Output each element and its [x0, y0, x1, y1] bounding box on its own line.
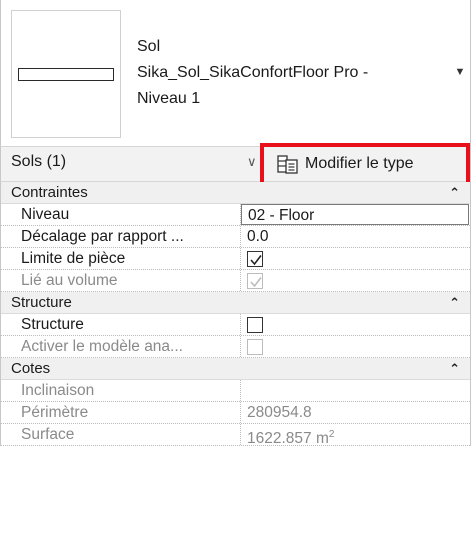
property-name: Périmètre — [1, 402, 241, 423]
check-icon — [250, 255, 262, 266]
property-name: Inclinaison — [1, 380, 241, 401]
level-value-field[interactable]: 02 - Floor — [241, 204, 469, 225]
edit-type-button[interactable]: Modifier le type — [263, 147, 422, 180]
property-name: Structure — [1, 314, 241, 335]
property-name: Activer le modèle ana... — [1, 336, 241, 357]
property-row-offset[interactable]: Décalage par rapport ... 0.0 — [1, 226, 470, 248]
structural-checkbox[interactable] — [247, 317, 263, 333]
family-name: Sol — [137, 38, 161, 55]
offset-value-field[interactable]: 0.0 — [241, 226, 470, 247]
property-name: Lié au volume — [1, 270, 241, 291]
property-row-niveau[interactable]: Niveau 02 - Floor — [1, 204, 470, 226]
property-row-perimeter: Périmètre 280954.8 — [1, 402, 470, 424]
perimeter-value: 280954.8 — [247, 404, 312, 421]
instance-filter-label[interactable]: Sols (1) — [11, 153, 66, 171]
room-bounding-checkbox[interactable] — [247, 251, 263, 267]
property-row-area: Surface 1622.857 m2 — [1, 424, 470, 448]
edit-type-label: Modifier le type — [305, 154, 414, 172]
related-mass-checkbox — [247, 273, 263, 289]
slope-value — [241, 380, 470, 401]
section-structure[interactable]: Structure ⌃ — [1, 292, 470, 314]
instance-filter-row: Sols (1) ∨ Modifier le type — [0, 146, 471, 182]
chevron-down-icon[interactable]: ∨ — [247, 154, 257, 170]
related-mass-value — [241, 270, 470, 291]
property-row-slope: Inclinaison — [1, 380, 470, 402]
area-value: 1622.857 m2 — [241, 424, 470, 448]
section-contraintes[interactable]: Contraintes ⌃ — [1, 182, 470, 204]
type-name-line1: Sika_Sol_SikaConfortFloor Pro - — [137, 64, 369, 81]
section-title: Structure — [11, 294, 72, 311]
section-cotes[interactable]: Cotes ⌃ — [1, 358, 470, 380]
properties-grid: Contraintes ⌃ Niveau 02 - Floor Décalage… — [0, 182, 471, 448]
section-title: Contraintes — [11, 184, 88, 201]
floor-section-swatch — [18, 68, 114, 81]
type-selector[interactable]: Sol Sika_Sol_SikaConfortFloor Pro - Nive… — [0, 0, 471, 146]
property-row-related-mass: Lié au volume — [1, 270, 470, 292]
analytical-model-value — [241, 336, 470, 357]
edit-type-icon — [277, 154, 298, 174]
chevron-down-icon[interactable]: ▼ — [453, 66, 467, 80]
section-title: Cotes — [11, 360, 51, 377]
property-name: Niveau — [1, 204, 241, 225]
collapse-icon[interactable]: ⌃ — [449, 182, 460, 204]
area-unit-exponent: 2 — [328, 429, 335, 440]
type-preview-thumbnail — [11, 10, 121, 138]
structural-value — [241, 314, 470, 335]
property-name: Surface — [1, 424, 241, 445]
collapse-icon[interactable]: ⌃ — [449, 292, 460, 314]
collapse-icon[interactable]: ⌃ — [449, 358, 460, 380]
analytical-model-checkbox — [247, 339, 263, 355]
check-icon — [250, 277, 262, 288]
property-name: Décalage par rapport ... — [1, 226, 241, 247]
property-row-room-bounding[interactable]: Limite de pièce — [1, 248, 470, 270]
type-name-line2: Niveau 1 — [137, 90, 201, 107]
property-row-analytical-model: Activer le modèle ana... — [1, 336, 470, 358]
area-number: 1622.857 m — [247, 430, 329, 448]
property-name: Limite de pièce — [1, 248, 241, 269]
property-row-structural[interactable]: Structure — [1, 314, 470, 336]
room-bounding-value — [241, 248, 470, 269]
type-name-block: Sol Sika_Sol_SikaConfortFloor Pro - Nive… — [137, 34, 368, 112]
